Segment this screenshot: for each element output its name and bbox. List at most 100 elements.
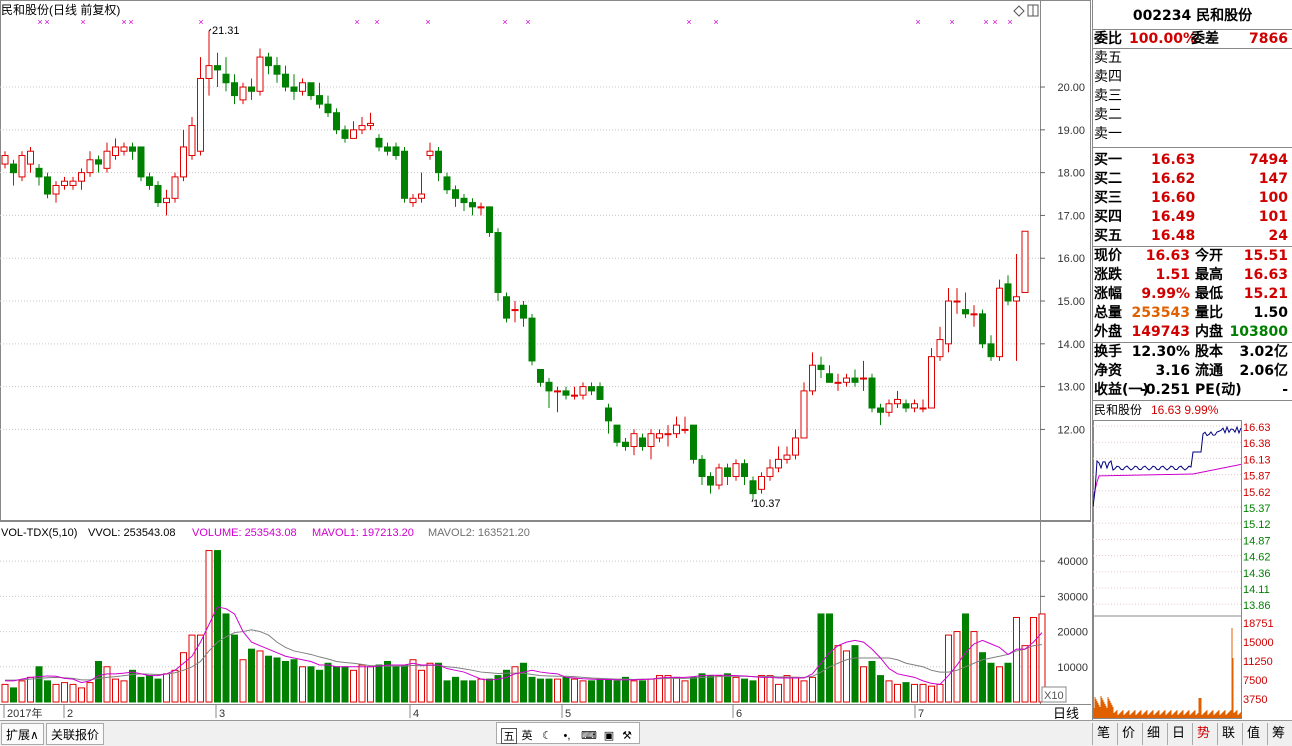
ime-mode-icon[interactable]: 五 (501, 728, 517, 744)
marker-x: × (121, 17, 126, 27)
kline-chart-area[interactable]: 20.00 19.00 18.00 17.00 16.00 15.00 14.00 13.00… (0, 0, 1092, 746)
volume-bar (605, 678, 612, 703)
volume-bar (579, 680, 587, 703)
candle (44, 172, 51, 199)
mini-price-tick: 13.86 (1243, 600, 1271, 612)
marker-x: × (713, 17, 718, 27)
volume-bar (35, 666, 43, 703)
volume-bar (834, 645, 842, 703)
candle (996, 279, 1003, 361)
x-tick-label: 4 (413, 708, 419, 720)
volume-bar (843, 650, 850, 703)
volume-bar (732, 676, 740, 703)
volume-bar (554, 678, 561, 703)
marker-x: × (1007, 17, 1012, 27)
y-tick-label: 19.00 (1057, 125, 1085, 137)
volume-bar (265, 655, 272, 703)
intraday-mini-chart[interactable]: 民和股份 16.63 9.99% 16.63 16.38 16.13 15.87 15.… (1093, 402, 1292, 720)
volume-bar (537, 678, 544, 703)
volume-bar (647, 678, 655, 703)
punctuation-icon[interactable]: •, (559, 728, 575, 744)
volume-bar (1, 683, 9, 703)
volume-bar (18, 680, 26, 703)
side-tab-3[interactable]: 日 (1167, 723, 1189, 745)
moon-icon[interactable]: ☾ (539, 728, 555, 744)
volume-bar (112, 678, 119, 703)
volume-bar (919, 683, 927, 703)
sell-row: 卖四 (1094, 69, 1122, 85)
marker-x: × (37, 17, 42, 27)
buy-volume: 100 (1258, 190, 1288, 206)
marker-x: × (502, 17, 507, 27)
volume-bar (324, 662, 332, 703)
mini-title: 民和股份 (1094, 403, 1142, 417)
volume-bar (783, 675, 791, 703)
volume-bar (486, 678, 493, 703)
stat-value: 15.21 (1243, 286, 1288, 302)
stat-value: 3.16 (1155, 363, 1190, 379)
buy-volume: 147 (1258, 171, 1288, 187)
volume-bar (171, 669, 179, 703)
volume-bar (384, 661, 391, 703)
marker-x: × (992, 17, 997, 27)
y-tick-label: 20.00 (1057, 82, 1085, 94)
sell-row: 卖五 (1094, 50, 1122, 66)
volume-bar (146, 675, 153, 703)
volume-bar (800, 680, 808, 703)
volume-bar (902, 682, 910, 703)
volume-bar (188, 634, 196, 703)
buy-volume: 101 (1258, 209, 1288, 225)
volume-bar (273, 657, 281, 703)
volume-bar (469, 680, 476, 703)
related-quote-tab[interactable]: 关联报价 (46, 723, 105, 745)
volume-bar (928, 685, 935, 703)
volume-bar (27, 676, 34, 703)
side-tab-0[interactable]: 笔 (1092, 723, 1114, 745)
side-tab-6[interactable]: 值 (1242, 723, 1264, 745)
weibi-row: 委比 100.00% 委差 7866 (1093, 30, 1292, 49)
volume-bar (358, 664, 366, 703)
y-tick-label: 14.00 (1057, 339, 1085, 351)
volume-bar (1013, 616, 1020, 703)
marker-x: × (374, 17, 379, 27)
expand-tab[interactable]: 扩展∧ (1, 723, 44, 745)
candle (1021, 230, 1029, 293)
candle (528, 313, 536, 366)
volume-bar (460, 680, 468, 703)
volume-bar (61, 682, 68, 703)
sell-row: 卖一 (1094, 126, 1122, 142)
stat-value: 16.63 (1243, 267, 1288, 283)
mini-vol-tick: 18751 (1243, 618, 1274, 630)
candle (928, 348, 935, 409)
side-tab-5[interactable]: 联 (1217, 723, 1239, 745)
mini-price-tick: 15.12 (1243, 519, 1271, 531)
volume-bar (987, 662, 995, 703)
volume-bar (664, 675, 672, 703)
wrench-icon[interactable]: ⚒ (619, 728, 635, 744)
volume-bar (10, 687, 17, 703)
volume-bar (316, 669, 323, 703)
volume-bar (180, 652, 187, 703)
ime-english-icon[interactable]: 英 (519, 728, 535, 744)
y-tick-label: 13.00 (1057, 382, 1085, 394)
volume-bar (860, 666, 867, 703)
skin-icon[interactable]: ▣ (601, 728, 617, 744)
side-tab-7[interactable]: 筹 (1267, 723, 1289, 745)
side-tab-2[interactable]: 细 (1142, 723, 1164, 745)
x-tick-label: 6 (736, 708, 742, 720)
volume-bar (367, 666, 374, 703)
volume-bar (78, 687, 85, 703)
side-tab-1[interactable]: 价 (1117, 723, 1139, 745)
volume-bar (749, 680, 757, 703)
mini-vol-tick: 3750 (1243, 694, 1267, 706)
volume-bar (282, 661, 289, 703)
keyboard-icon[interactable]: ⌨ (581, 728, 597, 744)
marker-x: × (354, 17, 359, 27)
ime-toolbar: 五 英 ☾ •, ⌨ ▣ ⚒ (496, 722, 640, 744)
x10-button[interactable]: X10 (1041, 686, 1067, 703)
volume-bar (911, 683, 918, 703)
volume-bar (290, 659, 298, 703)
weicha-value: 7866 (1249, 31, 1288, 47)
side-tab-4[interactable]: 势 (1192, 723, 1214, 745)
volume-bar (698, 673, 706, 703)
